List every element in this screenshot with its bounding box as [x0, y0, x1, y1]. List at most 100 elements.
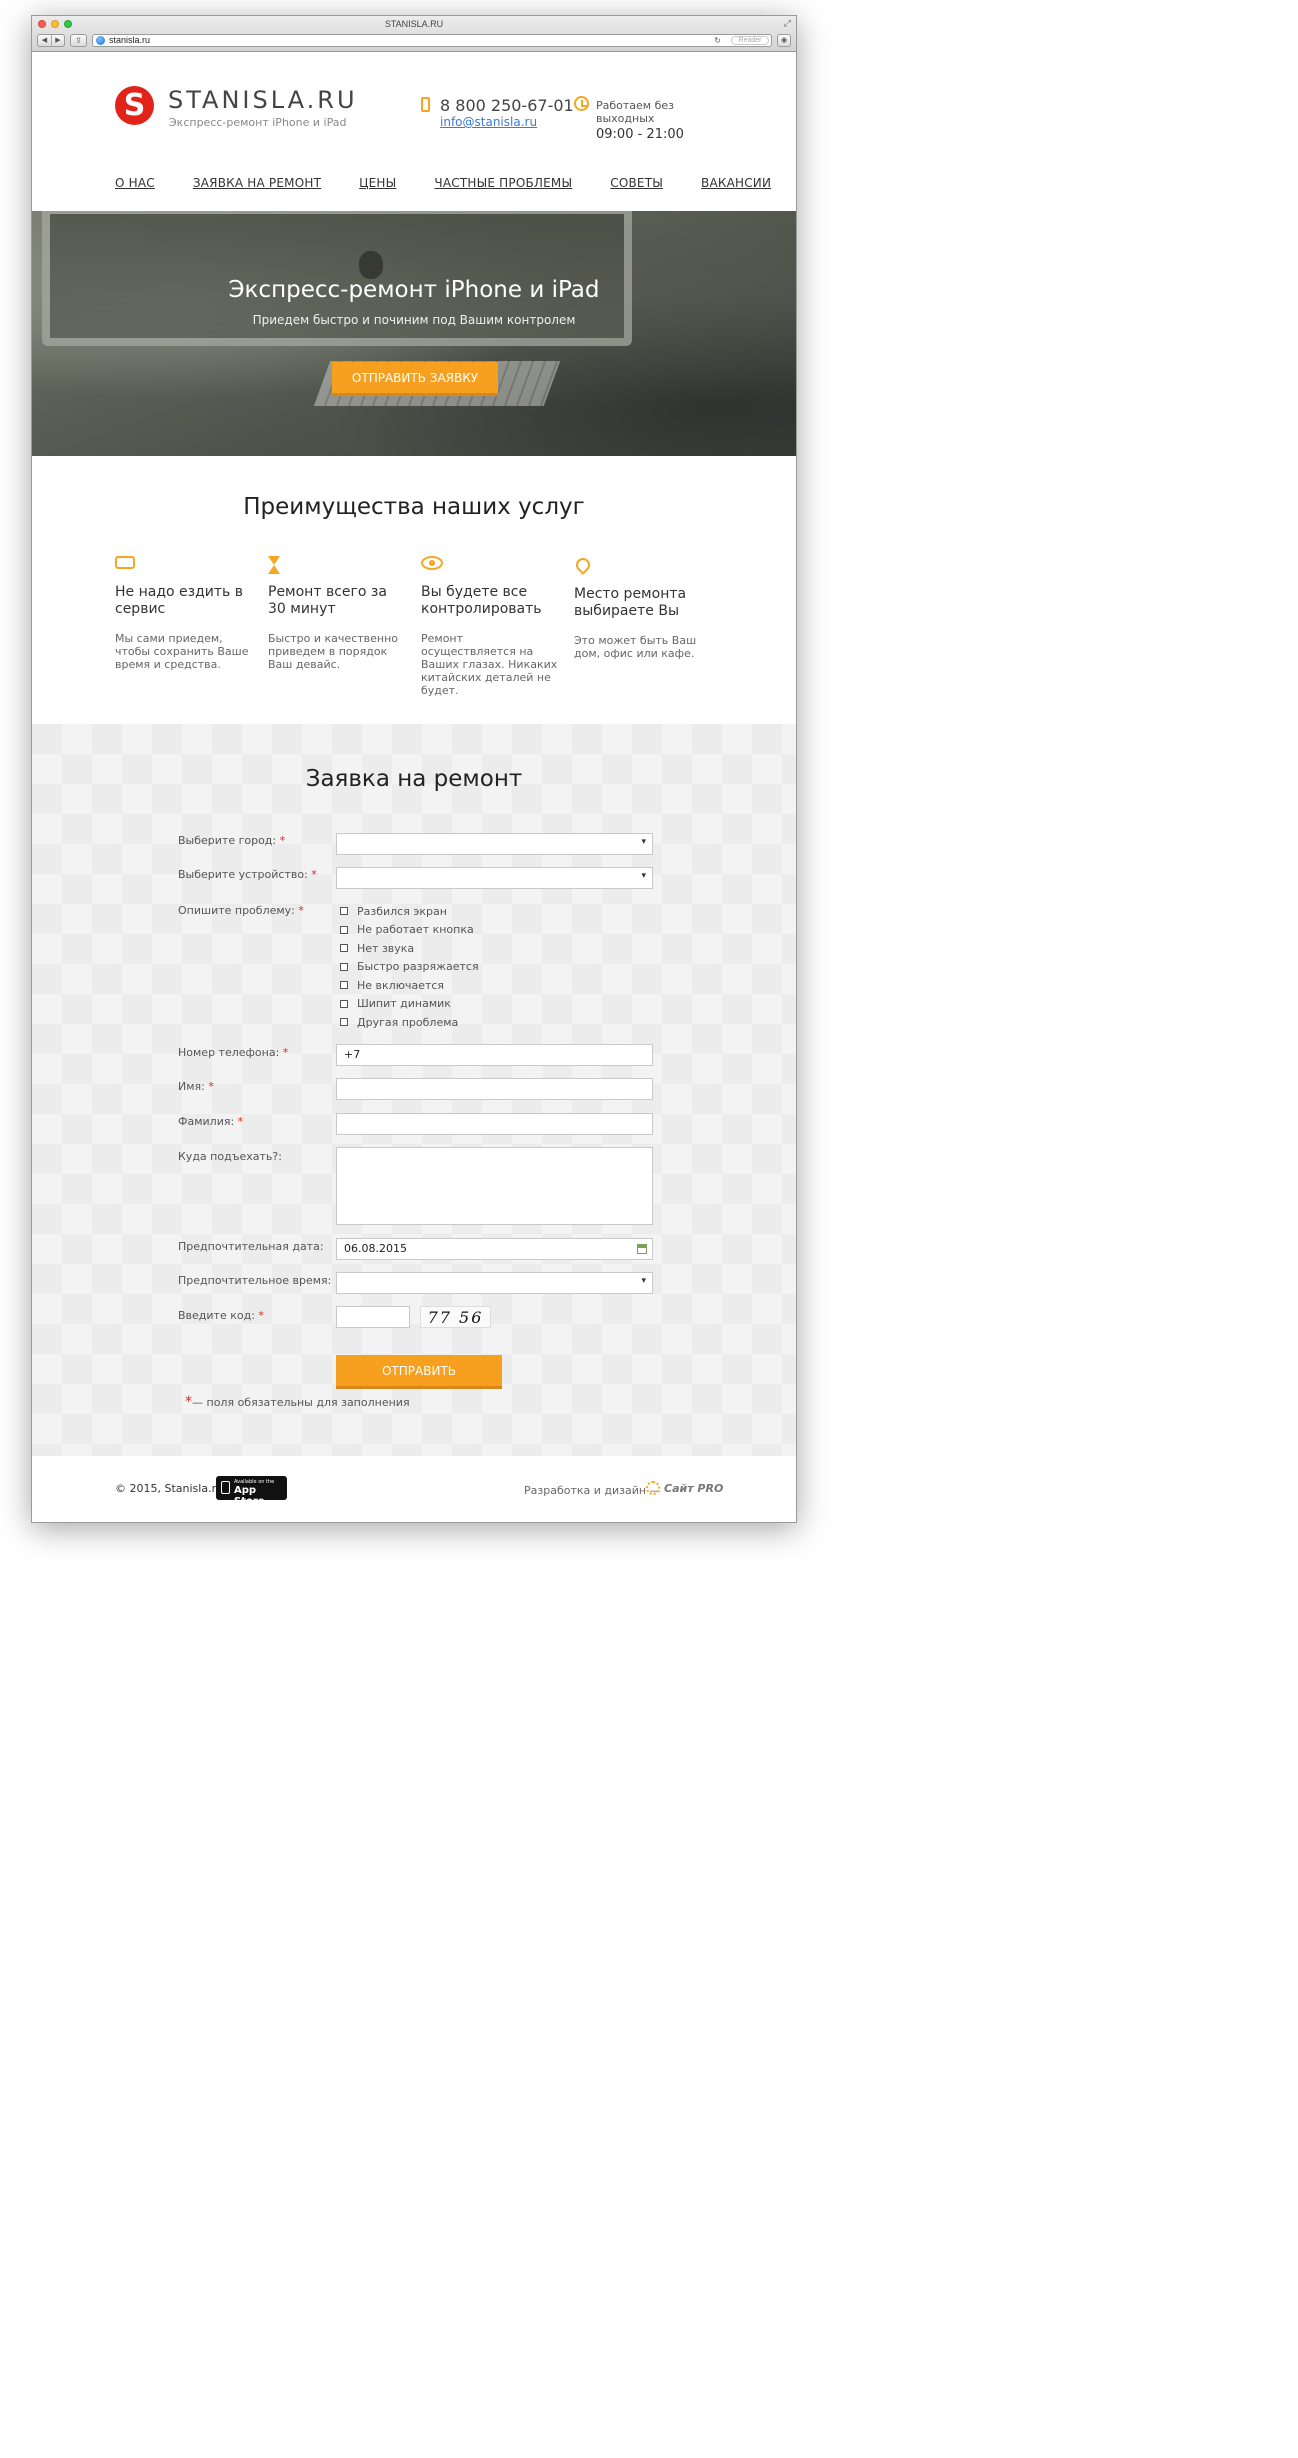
address-textarea[interactable] [336, 1147, 653, 1225]
hero-title: Экспресс-ремонт iPhone и iPad [228, 277, 600, 303]
reload-icon[interactable]: ↻ [714, 35, 721, 46]
benefit-item: Место ремонта выбираете Вы Это может быт… [573, 555, 714, 660]
clock-icon [574, 96, 589, 111]
back-arrow-icon[interactable]: ◀ [38, 35, 51, 46]
logo-icon[interactable]: S [115, 86, 154, 125]
required-marker: * [298, 904, 304, 917]
checkbox[interactable] [340, 925, 348, 934]
calendar-icon[interactable] [637, 1244, 647, 1254]
required-marker: * [208, 1080, 214, 1093]
location-pin-icon [573, 555, 593, 575]
benefits-title: Преимущества наших услуг [243, 494, 585, 520]
logo-text[interactable]: STANISLA.RU [168, 86, 358, 114]
email-link[interactable]: info@stanisla.ru [440, 115, 537, 129]
date-input[interactable]: 06.08.2015 [336, 1238, 653, 1260]
site-footer: © 2015, Stanisla.ru Available on the App… [32, 1456, 796, 1522]
benefit-item: Вы будете все контролировать Ремонт осущ… [421, 556, 561, 697]
required-marker: * [258, 1309, 264, 1322]
name-input[interactable] [336, 1078, 653, 1100]
benefit-heading: Вы будете все контролировать [421, 584, 542, 617]
developer-logo[interactable]: Сайт PRO [664, 1482, 723, 1495]
code-label: Введите код: * [178, 1309, 264, 1322]
logo-tagline: Экспресс-ремонт iPhone и iPad [169, 116, 347, 129]
benefit-text: Ремонт осуществляется на Ваших глазах. Н… [421, 632, 558, 697]
fullscreen-icon[interactable]: ⤢ [784, 18, 791, 29]
nav-common-problems[interactable]: ЧАСТНЫЕ ПРОБЛЕМЫ [434, 176, 572, 190]
phone-icon [421, 97, 430, 112]
surname-input[interactable] [336, 1113, 653, 1135]
web-page: S STANISLA.RU Экспресс-ремонт iPhone и i… [32, 52, 796, 1522]
device-select[interactable] [336, 867, 653, 889]
problem-option[interactable]: Шипит динамик [340, 995, 479, 1014]
benefits-section: Преимущества наших услуг Не надо ездить … [32, 456, 796, 724]
required-fields-note: *— поля обязательны для заполнения [185, 1394, 410, 1410]
benefit-heading: Ремонт всего за 30 минут [268, 584, 387, 617]
saitpro-logo-icon [646, 1481, 660, 1495]
nav-tips[interactable]: СОВЕТЫ [610, 176, 663, 190]
submit-button[interactable]: ОТПРАВИТЬ [336, 1355, 502, 1389]
sofa-icon [115, 556, 135, 569]
device-label: Выберите устройство: * [178, 868, 317, 881]
history-buttons: ◀ ▶ [37, 33, 65, 47]
hero-banner: Экспресс-ремонт iPhone и iPad Приедем бы… [32, 211, 796, 456]
problem-label: Опишите проблему: * [178, 904, 304, 917]
problem-option[interactable]: Разбился экран [340, 902, 479, 921]
problem-checklist: Разбился экран Не работает кнопка Нет зв… [340, 902, 479, 1032]
benefit-heading: Не надо ездить в сервис [115, 584, 243, 617]
window-title: STANISLA.RU [384, 19, 444, 29]
iphone-icon [221, 1481, 230, 1494]
required-marker: * [279, 834, 286, 847]
problem-option[interactable]: Не работает кнопка [340, 921, 479, 940]
reader-button[interactable]: Reader [731, 35, 769, 45]
required-marker: * [282, 1046, 289, 1059]
city-select[interactable] [336, 833, 653, 855]
hero-subtitle: Приедем быстро и починим под Вашим контр… [252, 313, 576, 327]
checkbox[interactable] [340, 999, 348, 1008]
working-hours: 09:00 - 21:00 [596, 127, 684, 142]
surname-label: Фамилия: * [178, 1115, 244, 1128]
time-select[interactable] [336, 1272, 653, 1294]
browser-window: STANISLA.RU ⤢ ◀ ▶ ⇪ stanisla.ru ↻ Reader… [31, 15, 797, 1523]
send-request-button[interactable]: ОТПРАВИТЬ ЗАЯВКУ [332, 362, 498, 396]
main-nav: О НАС ЗАЯВКА НА РЕМОНТ ЦЕНЫ ЧАСТНЫЕ ПРОБ… [115, 176, 771, 190]
eye-icon [421, 556, 443, 570]
problem-option[interactable]: Быстро разряжается [340, 958, 479, 977]
download-icon[interactable]: ◉ [777, 33, 791, 47]
name-label: Имя: * [178, 1080, 214, 1093]
nav-repair-request[interactable]: ЗАЯВКА НА РЕМОНТ [193, 176, 321, 190]
benefit-heading: Место ремонта выбираете Вы [574, 586, 687, 619]
nav-about[interactable]: О НАС [115, 176, 155, 190]
browser-titlebar: STANISLA.RU ⤢ ◀ ▶ ⇪ stanisla.ru ↻ Reader… [32, 16, 796, 52]
benefit-text: Это может быть Ваш дом, офис или кафе. [574, 634, 697, 660]
date-label: Предпочтительная дата: [178, 1240, 324, 1253]
url-text: stanisla.ru [109, 34, 151, 45]
nav-vacancies[interactable]: ВАКАНСИИ [701, 176, 771, 190]
site-header: S STANISLA.RU Экспресс-ремонт iPhone и i… [32, 52, 796, 211]
browser-toolbar: ◀ ▶ ⇪ stanisla.ru ↻ Reader ◉ [37, 32, 791, 48]
nav-prices[interactable]: ЦЕНЫ [359, 176, 396, 190]
problem-option[interactable]: Нет звука [340, 939, 479, 958]
phone-input[interactable]: +7 [336, 1044, 653, 1066]
working-hours-label: Работаем без выходных [596, 99, 674, 125]
phone-label: Номер телефона: * [178, 1046, 289, 1059]
benefit-text: Мы сами приедем, чтобы сохранить Ваше вр… [115, 632, 249, 671]
phone-number[interactable]: 8 800 250-67-01 [440, 96, 574, 115]
checkbox[interactable] [340, 944, 348, 953]
checkbox[interactable] [340, 981, 348, 990]
checkbox[interactable] [340, 1018, 348, 1027]
city-label: Выберите город: * [178, 834, 286, 847]
time-label: Предпочтительное время: [178, 1274, 332, 1287]
repair-request-section: Заявка на ремонт Выберите город: * Выбер… [32, 724, 796, 1456]
captcha-input[interactable] [336, 1306, 410, 1328]
checkbox[interactable] [340, 907, 348, 916]
forward-arrow-icon[interactable]: ▶ [51, 34, 64, 46]
checkbox[interactable] [340, 962, 348, 971]
benefit-text: Быстро и качественно приведем в порядок … [268, 632, 399, 671]
address-label: Куда подъехать?: [178, 1150, 282, 1163]
address-bar[interactable]: stanisla.ru ↻ Reader [92, 33, 772, 47]
problem-option[interactable]: Другая проблема [340, 1013, 479, 1032]
share-icon[interactable]: ⇪ [70, 33, 87, 47]
form-title: Заявка на ремонт [305, 766, 523, 792]
app-store-badge[interactable]: Available on the App Store [216, 1476, 287, 1507]
problem-option[interactable]: Не включается [340, 976, 479, 995]
